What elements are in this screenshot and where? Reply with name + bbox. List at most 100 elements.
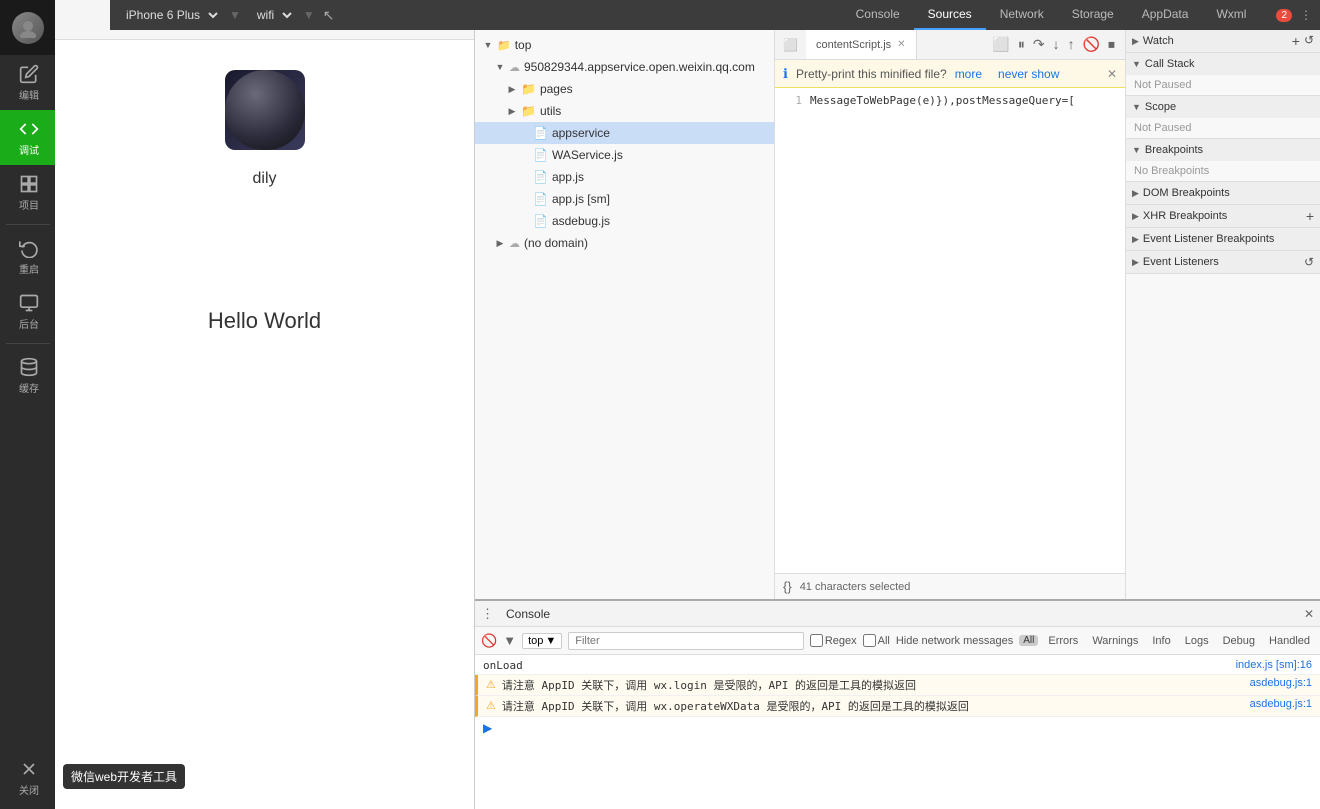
sidebar-item-cache[interactable]: 缓存 <box>0 348 55 403</box>
editor-action-stop[interactable]: ⏹ <box>1106 34 1117 55</box>
ft-item-domain[interactable]: ▼ ☁ 950829344.appservice.open.weixin.qq.… <box>475 56 774 78</box>
top-tab-storage[interactable]: Storage <box>1058 0 1128 30</box>
sidebar-label-restart: 重启 <box>19 261 39 276</box>
event-listeners-header[interactable]: ▶ Event Listeners ↺ <box>1126 251 1320 273</box>
ft-item-top[interactable]: ▼ 📁 top <box>475 34 774 56</box>
info-message: Pretty-print this minified file? <box>796 67 947 81</box>
top-bar: iPhone 6 Plus ▼ wifi ▼ ↖ Console Sources… <box>110 0 1320 30</box>
network-select[interactable]: wifi <box>249 5 295 25</box>
info-bar: ℹ Pretty-print this minified file? more … <box>775 60 1125 88</box>
handled-btn[interactable]: Handled <box>1265 635 1314 647</box>
info-close-btn[interactable]: ✕ <box>1107 67 1117 81</box>
debug-btn[interactable]: Debug <box>1219 635 1259 647</box>
ft-item-waservice[interactable]: 📄 WAService.js <box>475 144 774 166</box>
callstack-section-header[interactable]: ▼ Call Stack <box>1126 53 1320 75</box>
top-tab-appdata[interactable]: AppData <box>1128 0 1203 30</box>
sidebar-item-edit[interactable]: 编辑 <box>0 55 55 110</box>
editor-action-pause[interactable]: ⏸ <box>1016 34 1027 55</box>
warnings-btn[interactable]: Warnings <box>1088 635 1142 647</box>
sidebar-label-edit: 编辑 <box>19 87 39 102</box>
console-more-btn[interactable]: ⋮ <box>481 606 494 622</box>
console-close-btn[interactable]: ✕ <box>1304 607 1314 621</box>
hide-network-checkbox[interactable] <box>863 634 876 647</box>
context-selector[interactable]: top ▼ <box>522 633 562 649</box>
breakpoints-status: No Breakpoints <box>1134 165 1209 177</box>
clear-console-btn[interactable]: 🚫 <box>481 633 497 649</box>
more-options-btn[interactable]: ⋮ <box>1300 8 1312 22</box>
console-prompt: ▶ <box>475 717 1320 739</box>
editor-tab-contentscript[interactable]: contentScript.js ✕ <box>806 30 917 59</box>
console-msg-warn1: ⚠ 请注意 AppID 关联下，调用 wx.login 是受限的，API 的返回… <box>475 675 1320 696</box>
avatar-area <box>0 0 55 55</box>
sidebar-divider2 <box>6 343 50 344</box>
watch-section-header[interactable]: ▶ Watch + ↺ <box>1126 30 1320 52</box>
ft-item-utils[interactable]: ▶ 📁 utils <box>475 100 774 122</box>
sidebar-item-close[interactable]: 关闭 <box>0 750 55 805</box>
console-tab-label[interactable]: Console <box>500 607 556 621</box>
top-tab-sources[interactable]: Sources <box>914 0 986 30</box>
ft-item-appjs[interactable]: 📄 app.js <box>475 166 774 188</box>
logs-btn[interactable]: Logs <box>1181 635 1213 647</box>
ft-label-waservice: WAService.js <box>552 148 623 162</box>
errors-btn[interactable]: Errors <box>1044 635 1082 647</box>
info-icon: ℹ <box>783 66 788 82</box>
ft-item-appservice[interactable]: 📄 appservice <box>475 122 774 144</box>
info-btn[interactable]: Info <box>1148 635 1174 647</box>
console-toolbar: ⋮ Console ✕ <box>475 601 1320 627</box>
dom-bp-header[interactable]: ▶ DOM Breakpoints <box>1126 182 1320 204</box>
ft-item-asdebug[interactable]: 📄 asdebug.js <box>475 210 774 232</box>
ft-label-nodomain: (no domain) <box>524 236 588 250</box>
editor-action-deactivate[interactable]: 🚫 <box>1081 34 1102 55</box>
sidebar-item-backend[interactable]: 后台 <box>0 284 55 339</box>
editor-action-step-into[interactable]: ↓ <box>1051 34 1062 55</box>
sidebar-item-restart[interactable]: 重启 <box>0 229 55 284</box>
event-listener-bp-header[interactable]: ▶ Event Listener Breakpoints <box>1126 228 1320 250</box>
msg-link-warn2[interactable]: asdebug.js:1 <box>1250 698 1312 710</box>
watch-refresh-btn[interactable]: ↺ <box>1304 33 1314 49</box>
preserve-log-text: Hide network messages <box>896 635 1013 647</box>
console-filter-bar: 🚫 ▼ top ▼ Regex All Hide network message <box>475 627 1320 655</box>
code-area[interactable]: 1 MessageToWebPage(e)}),postMessageQuery… <box>775 88 1125 573</box>
sidebar-item-debug[interactable]: 调试 <box>0 110 55 165</box>
editor-action-step-out[interactable]: ↑ <box>1066 34 1077 55</box>
msg-link-onload[interactable]: index.js [sm]:16 <box>1236 659 1312 671</box>
scope-section-header[interactable]: ▼ Scope <box>1126 96 1320 118</box>
editor-jump-btn[interactable]: ⬜ <box>779 36 802 54</box>
msg-link-warn1[interactable]: asdebug.js:1 <box>1250 677 1312 689</box>
avatar[interactable] <box>12 12 44 44</box>
sidebar-item-project[interactable]: 项目 <box>0 165 55 220</box>
top-tab-wxml[interactable]: Wxml <box>1202 0 1260 30</box>
all-badge[interactable]: All <box>1019 635 1038 646</box>
watch-add-btn[interactable]: + <box>1292 33 1300 49</box>
regex-checkbox-label[interactable]: Regex <box>810 634 857 647</box>
editor-action-step-over[interactable]: ↷ <box>1031 34 1047 55</box>
folder-icon-top: 📁 <box>497 39 511 52</box>
hide-network-label[interactable]: All <box>863 634 890 647</box>
filter-icon-btn[interactable]: ▼ <box>503 633 516 648</box>
editor-action-jump[interactable]: ⬜ <box>990 34 1011 55</box>
dt-body: ▼ 📁 top ▼ ☁ 950829344.appservice.open.we… <box>475 30 1320 599</box>
top-tab-network[interactable]: Network <box>986 0 1058 30</box>
ft-item-pages[interactable]: ▶ 📁 pages <box>475 78 774 100</box>
info-more-link[interactable]: more <box>955 67 982 81</box>
braces-icon[interactable]: {} <box>783 579 792 594</box>
event-listeners-refresh[interactable]: ↺ <box>1304 255 1314 269</box>
filter-input[interactable] <box>568 632 804 650</box>
info-never-link[interactable]: never show <box>998 67 1059 81</box>
editor-tab-close[interactable]: ✕ <box>897 39 905 50</box>
top-tab-console[interactable]: Console <box>842 0 914 30</box>
xhr-bp-header[interactable]: ▶ XHR Breakpoints + <box>1126 205 1320 227</box>
left-sidebar: 编辑 调试 项目 重启 后台 缓存 关闭 <box>0 0 55 809</box>
ft-item-nodomain[interactable]: ▶ ☁ (no domain) <box>475 232 774 254</box>
scope-body: Not Paused <box>1126 118 1320 138</box>
editor-tab-label: contentScript.js <box>816 39 891 51</box>
sidebar-label-close: 关闭 <box>19 782 39 797</box>
device-select[interactable]: iPhone 6 Plus <box>118 5 221 25</box>
hide-network-text: All <box>878 635 890 647</box>
xhr-bp-add-btn[interactable]: + <box>1306 208 1314 224</box>
event-listeners-section: ▶ Event Listeners ↺ <box>1126 251 1320 274</box>
ft-item-appjs-sm[interactable]: 📄 app.js [sm] <box>475 188 774 210</box>
breakpoints-section-header[interactable]: ▼ Breakpoints <box>1126 139 1320 161</box>
folder-icon-utils: 📁 <box>521 104 536 118</box>
regex-checkbox[interactable] <box>810 634 823 647</box>
